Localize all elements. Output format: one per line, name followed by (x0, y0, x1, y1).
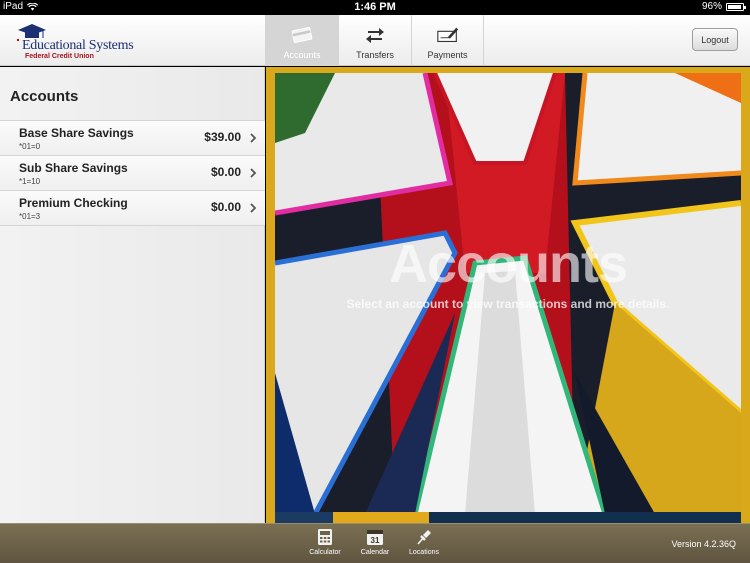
accounts-card-icon (290, 24, 314, 46)
chevron-right-icon (250, 133, 257, 143)
calendar-button[interactable]: 31 Calendar (350, 528, 400, 556)
tab-payments[interactable]: Payments (411, 15, 484, 66)
tab-transfers-label: Transfers (356, 50, 394, 60)
account-number: *01=0 (19, 142, 41, 151)
clock: 1:46 PM (354, 1, 396, 13)
tab-accounts-label: Accounts (283, 50, 321, 60)
logo-line-1: Educational Systems (22, 38, 134, 53)
tab-accounts[interactable]: Accounts (265, 15, 338, 66)
payment-check-icon (436, 24, 460, 46)
account-name: Base Share Savings (19, 126, 134, 140)
account-number: *01=3 (19, 212, 41, 221)
tab-payments-label: Payments (427, 50, 468, 60)
accounts-sidebar: Accounts Base Share Savings *01=0 $39.00… (0, 67, 265, 523)
account-balance: $39.00 (204, 130, 241, 144)
account-name: Premium Checking (19, 196, 128, 210)
overlay-subtitle: Select an account to view transactions a… (346, 297, 670, 311)
calendar-day: 31 (371, 536, 380, 545)
logo-line-2: Federal Credit Union (25, 53, 94, 60)
calendar-label: Calendar (360, 549, 390, 556)
credit-union-logo: Educational Systems Federal Credit Union (16, 23, 136, 61)
app-version: Version 4.2.36Q (671, 539, 736, 549)
main-tabs: Accounts Transfers Payments (265, 15, 484, 66)
chevron-right-icon (250, 203, 257, 213)
logout-button[interactable]: Logout (692, 28, 738, 51)
color-strip (275, 512, 741, 523)
locations-button[interactable]: Locations (399, 528, 449, 556)
account-row[interactable]: Sub Share Savings *1=10 $0.00 (0, 156, 265, 191)
account-list: Base Share Savings *01=0 $39.00 Sub Shar… (0, 120, 265, 226)
strip-segment (275, 512, 333, 523)
app-header: Educational Systems Federal Credit Union… (0, 15, 750, 66)
calendar-icon: 31 (367, 530, 383, 545)
calculator-icon (318, 529, 332, 545)
account-balance: $0.00 (210, 165, 241, 179)
status-bar: iPad 1:46 PM 96% (0, 0, 750, 15)
tab-transfers[interactable]: Transfers (338, 15, 411, 66)
battery-icon (726, 2, 746, 11)
calculator-label: Calculator (309, 549, 341, 556)
locations-label: Locations (409, 549, 439, 556)
main-panel: Accounts Select an account to view trans… (266, 67, 750, 523)
battery-percent: 96% (701, 1, 722, 12)
account-row[interactable]: Premium Checking *01=3 $0.00 (0, 191, 265, 226)
account-name: Sub Share Savings (19, 161, 128, 175)
chevron-right-icon (250, 168, 257, 178)
books-background-image: Accounts Select an account to view trans… (275, 73, 741, 514)
overlay-title: Accounts (388, 234, 628, 294)
bottom-toolbar: Calculator 31 Calendar Locations Version… (0, 523, 750, 563)
transfer-arrows-icon (363, 24, 387, 46)
account-balance: $0.00 (210, 200, 241, 214)
account-row[interactable]: Base Share Savings *01=0 $39.00 (0, 121, 265, 156)
calculator-button[interactable]: Calculator (300, 528, 350, 556)
strip-segment (333, 512, 429, 523)
strip-segment (429, 512, 741, 523)
map-pin-icon (417, 530, 431, 545)
account-number: *1=10 (19, 177, 41, 186)
sidebar-title: Accounts (10, 88, 79, 105)
